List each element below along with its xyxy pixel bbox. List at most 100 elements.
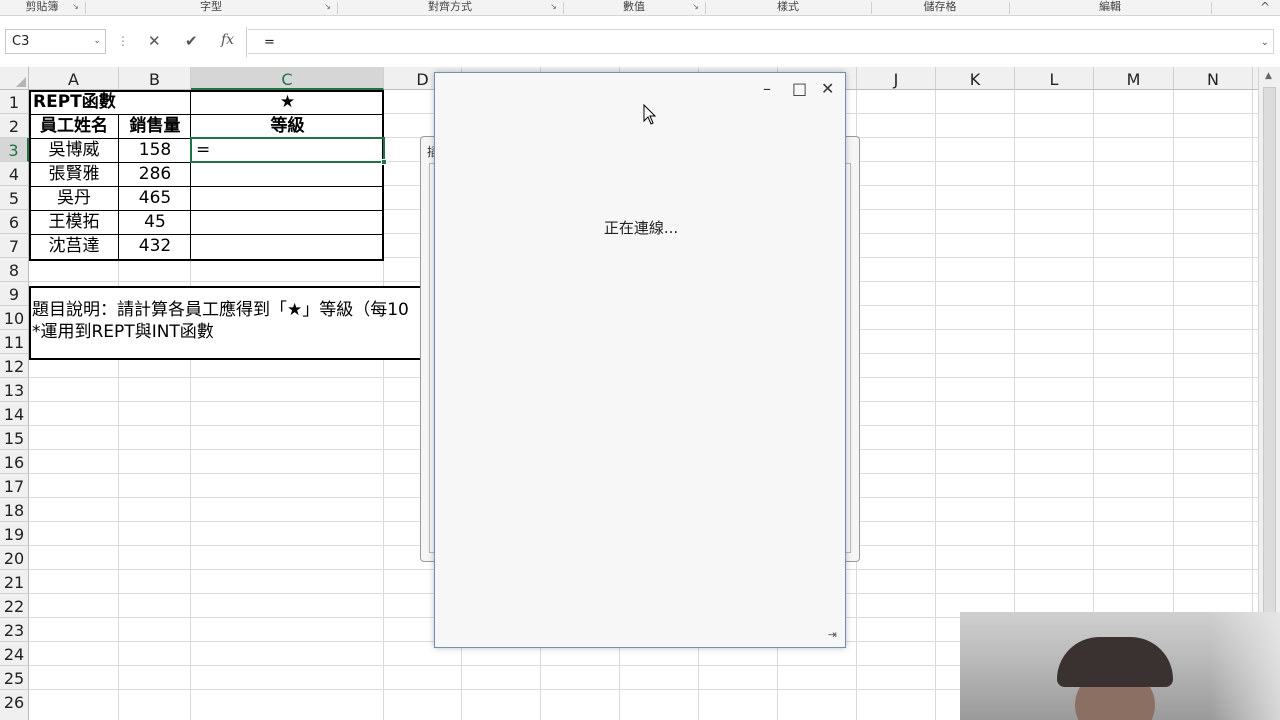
name-box[interactable]: C3 ⌄ — [5, 29, 106, 54]
formula-input[interactable]: = ⌄ — [248, 29, 1274, 54]
webcam-overlay — [960, 612, 1280, 720]
cell-c5[interactable] — [196, 187, 381, 210]
cell-b4[interactable]: 286 — [119, 163, 191, 186]
connecting-window: – □ ✕ 正在連線... ⇥ — [434, 72, 846, 648]
expand-formula-bar-icon[interactable]: ⌄ — [1261, 30, 1269, 55]
ribbon-group-alignment: 對齊方式 ↘ — [338, 0, 562, 16]
row-header-15[interactable]: 15 — [0, 426, 29, 450]
column-header-l[interactable]: L — [1015, 67, 1094, 90]
cell-b3[interactable]: 158 — [119, 139, 191, 162]
row-header-12[interactable]: 12 — [0, 354, 29, 378]
row-header-16[interactable]: 16 — [0, 450, 29, 474]
cell-a7[interactable]: 沈莒達 — [29, 235, 119, 258]
clipboard-launcher-icon[interactable]: ↘ — [71, 3, 80, 12]
row-header-3[interactable]: 3 — [0, 138, 29, 162]
cell-b2-header[interactable]: 銷售量 — [119, 115, 191, 138]
cancel-icon[interactable]: ✕ — [148, 32, 161, 50]
presenter-hair — [1057, 637, 1173, 687]
ribbon-group-alignment-label: 對齊方式 — [428, 0, 472, 13]
connecting-message: 正在連線... — [603, 219, 679, 237]
ribbon-group-editing-label: 編輯 — [1099, 0, 1121, 13]
row-header-21[interactable]: 21 — [0, 570, 29, 594]
formula-content: = — [264, 35, 275, 50]
ribbon-group-font: 字型 ↘ — [86, 0, 336, 16]
maximize-icon[interactable]: □ — [792, 79, 807, 98]
ribbon-group-cells-label: 儲存格 — [923, 0, 957, 13]
collapse-ribbon-icon[interactable]: ^ — [1260, 0, 1270, 14]
column-header-j[interactable]: J — [857, 67, 936, 90]
ribbon-group-font-label: 字型 — [200, 0, 222, 13]
row-header-11[interactable]: 11 — [0, 330, 29, 354]
cell-c4[interactable] — [196, 163, 381, 186]
excel-window: 剪貼簿 ↘ 字型 ↘ 對齊方式 ↘ 數值 ↘ 樣式 儲存格 編輯 ^ C3 ⌄ … — [0, 0, 1280, 720]
row-header-8[interactable]: 8 — [0, 258, 29, 282]
ribbon-group-editing: 編輯 — [1010, 0, 1210, 16]
row-header-24[interactable]: 24 — [0, 642, 29, 666]
note-line-1[interactable]: 題目說明：請計算各員工應得到「★」等級（每10 — [32, 299, 430, 321]
row-header-1[interactable]: 1 — [0, 90, 29, 114]
cell-b6[interactable]: 45 — [119, 211, 191, 234]
close-icon[interactable]: ✕ — [821, 79, 834, 98]
row-header-14[interactable]: 14 — [0, 402, 29, 426]
row-header-2[interactable]: 2 — [0, 114, 29, 138]
resize-grip-icon[interactable]: ⇥ — [828, 628, 837, 641]
row-header-7[interactable]: 7 — [0, 234, 29, 258]
scroll-up-icon[interactable]: ▲ — [1265, 71, 1272, 81]
row-header-18[interactable]: 18 — [0, 498, 29, 522]
minimize-icon[interactable]: – — [763, 79, 771, 98]
row-header-20[interactable]: 20 — [0, 546, 29, 570]
row-header-9[interactable]: 9 — [0, 282, 29, 306]
scroll-thumb[interactable] — [1263, 87, 1276, 647]
alignment-launcher-icon[interactable]: ↘ — [549, 3, 558, 12]
ribbon-group-clipboard-label: 剪貼簿 — [25, 0, 59, 13]
cell-a5[interactable]: 吳丹 — [29, 187, 119, 210]
note-line-2[interactable]: *運用到REPT與INT函數 — [32, 321, 430, 343]
cell-b7[interactable]: 432 — [119, 235, 191, 258]
column-header-a[interactable]: A — [29, 67, 119, 90]
cell-a6[interactable]: 王模拓 — [29, 211, 119, 234]
column-header-c[interactable]: C — [191, 67, 384, 90]
number-launcher-icon[interactable]: ↘ — [691, 3, 700, 12]
cell-a2-header[interactable]: 員工姓名 — [29, 115, 119, 138]
column-header-b[interactable]: B — [119, 67, 191, 90]
row-header-19[interactable]: 19 — [0, 522, 29, 546]
name-box-dropdown-icon[interactable]: ⌄ — [93, 30, 101, 53]
cell-a1[interactable]: REPT函數 — [33, 91, 188, 114]
ribbon-group-number: 數值 ↘ — [564, 0, 704, 16]
font-launcher-icon[interactable]: ↘ — [323, 3, 332, 12]
column-header-k[interactable]: K — [936, 67, 1015, 90]
formula-bar: C3 ⌄ ⋮ ✕ ✔ fx = ⌄ — [0, 17, 1280, 67]
cell-a4[interactable]: 張賢雅 — [29, 163, 119, 186]
column-header-m[interactable]: M — [1094, 67, 1174, 90]
select-all-button[interactable] — [0, 67, 29, 90]
row-header-4[interactable]: 4 — [0, 162, 29, 186]
row-header-23[interactable]: 23 — [0, 618, 29, 642]
row-header-13[interactable]: 13 — [0, 378, 29, 402]
column-header-n[interactable]: N — [1174, 67, 1253, 90]
insert-function-icon[interactable]: fx — [221, 32, 234, 48]
name-box-value: C3 — [12, 34, 30, 49]
ribbon-group-styles: 樣式 — [706, 0, 870, 16]
cell-c7[interactable] — [196, 235, 381, 258]
cell-b5[interactable]: 465 — [119, 187, 191, 210]
cell-c6[interactable] — [196, 211, 381, 234]
fill-handle[interactable] — [381, 159, 387, 165]
row-header-10[interactable]: 10 — [0, 306, 29, 330]
formula-bar-splitter-icon[interactable]: ⋮ — [117, 34, 129, 48]
row-header-5[interactable]: 5 — [0, 186, 29, 210]
cell-a3[interactable]: 吳博威 — [29, 139, 119, 162]
row-header-6[interactable]: 6 — [0, 210, 29, 234]
ribbon-group-number-label: 數值 — [623, 0, 645, 13]
row-header-26[interactable]: 26 — [0, 690, 29, 720]
row-header-25[interactable]: 25 — [0, 666, 29, 690]
cell-c1[interactable]: ★ — [191, 91, 384, 114]
ribbon-group-labels: 剪貼簿 ↘ 字型 ↘ 對齊方式 ↘ 數值 ↘ 樣式 儲存格 編輯 ^ — [0, 0, 1280, 16]
cell-c2-header[interactable]: 等級 — [191, 115, 384, 138]
ribbon-group-styles-label: 樣式 — [777, 0, 799, 13]
row-header-17[interactable]: 17 — [0, 474, 29, 498]
active-cell-selection[interactable] — [190, 137, 387, 165]
enter-icon[interactable]: ✔ — [185, 32, 198, 50]
ribbon-group-clipboard: 剪貼簿 ↘ — [0, 0, 84, 16]
mouse-cursor-icon — [643, 104, 657, 125]
row-header-22[interactable]: 22 — [0, 594, 29, 618]
